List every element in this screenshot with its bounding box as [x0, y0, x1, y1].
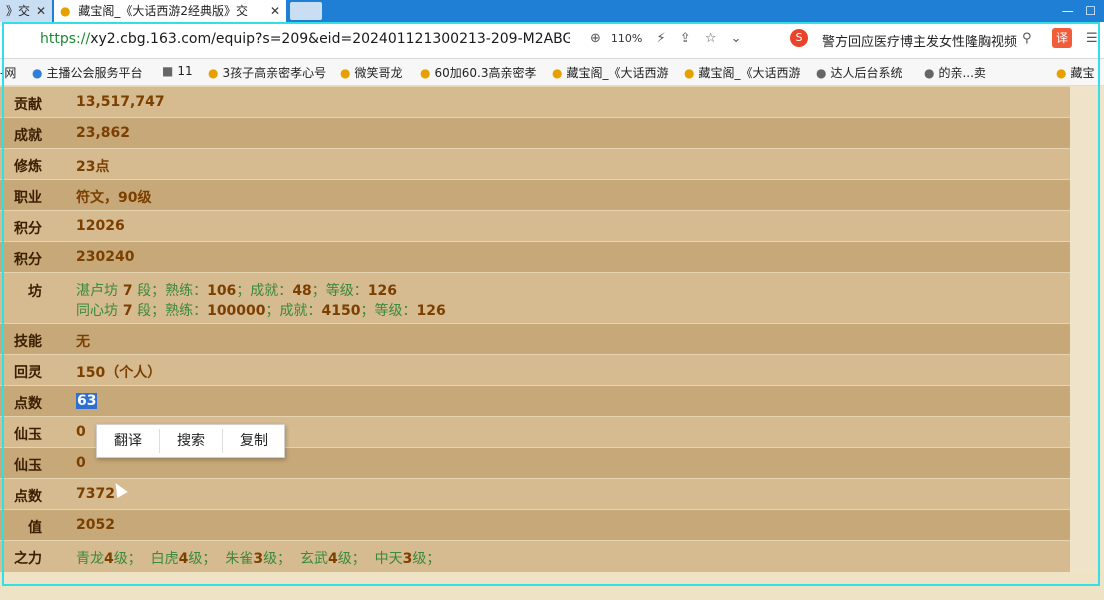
selection-context-menu: 翻译 搜索 复制 [96, 424, 285, 458]
row-value: 2052 [76, 517, 115, 533]
zoom-icon[interactable]: ⊕ [590, 31, 601, 46]
table-row: 职业 符文，90级 [0, 179, 1070, 210]
page-bottom [0, 572, 1104, 600]
bookmark-item[interactable]: ● 藏宝阁_《大话西游 [684, 64, 806, 81]
row-label: 仙玉 [14, 427, 42, 443]
lightning-icon[interactable]: ⚡ [657, 31, 666, 46]
row-label: 积分 [14, 221, 42, 237]
globe-icon: ● [32, 66, 43, 80]
row-label: 职业 [14, 190, 42, 206]
table-row: 值 2052 [0, 509, 1070, 540]
row-label: 贡献 [14, 97, 42, 113]
treasure-favicon-icon: ● [684, 66, 695, 80]
search-icon[interactable]: ⚲ [1022, 31, 1032, 46]
row-label: 积分 [14, 252, 42, 268]
treasure-favicon-icon: ● [340, 66, 351, 80]
close-icon[interactable]: ✕ [36, 0, 46, 22]
url-scheme: https:// [40, 31, 91, 47]
table-row: 点数 7372 [0, 478, 1070, 509]
row-value: 23,862 [76, 125, 131, 141]
tab-active-title: 藏宝阁_《大话西游2经典版》交 [78, 4, 248, 18]
zoom-level[interactable]: 110% [611, 32, 642, 45]
treasure-favicon-icon: ● [1056, 66, 1067, 80]
table-row-workshop: 坊 湛卢坊 7 段；熟练：106；成就：48；等级：126 同心坊 7 段；熟练… [0, 272, 1070, 323]
table-row: 贡献 13,517,747 [0, 86, 1070, 117]
row-value: 13,517,747 [76, 94, 165, 110]
table-row: 修炼 23点 [0, 148, 1070, 179]
bookmark-item[interactable]: ● 藏宝 [1056, 64, 1104, 81]
bookmarks-bar: -网 ● 主播公会服务平台 ■ 11 ● 3孩子高亲密孝心号 ● 微笑哥龙 ● 60加60… [0, 59, 1104, 86]
row-value: 7372 [76, 486, 115, 502]
row-label: 成就 [14, 128, 42, 144]
bookmark-item[interactable]: ● 藏宝阁_《大话西游 [552, 64, 674, 81]
row-label: 修炼 [14, 159, 42, 175]
bookmark-item[interactable]: ■ 11 [162, 64, 202, 78]
row-value: 无 [76, 334, 90, 350]
bookmark-item[interactable]: ● 60加60.3高亲密孝 [420, 64, 542, 81]
treasure-favicon-icon: ● [552, 66, 563, 80]
bookmark-item[interactable]: ● 微笑哥龙 [340, 64, 414, 81]
bookmark-item[interactable]: ● 3孩子高亲密孝心号 [208, 64, 330, 81]
row-value: 23点 [76, 159, 110, 175]
search-menu-item[interactable]: 搜索 [160, 425, 222, 457]
beasts-line: 青龙4级； 白虎4级； 朱雀3级； 玄武4级； 中天3级； [76, 551, 441, 567]
game-icon: ■ [162, 64, 174, 78]
bookmark-item[interactable]: -网 [0, 64, 26, 81]
row-label: 技能 [14, 334, 42, 350]
table-row: 回灵 150（个人） [0, 354, 1070, 385]
address-icons: ⊕ 110% ⚡ ⇪ ☆ ⌄ [590, 31, 752, 46]
star-icon[interactable]: ☆ [705, 31, 717, 46]
treasure-favicon-icon: ● [60, 4, 71, 18]
copy-menu-item[interactable]: 复制 [223, 425, 285, 457]
row-label: 仙玉 [14, 458, 42, 474]
bookmark-item[interactable]: ● 的亲...卖 [924, 64, 1054, 81]
row-label: 点数 [14, 396, 42, 412]
translate-menu-item[interactable]: 翻译 [97, 425, 159, 457]
workshop-line-2: 同心坊 7 段；熟练：100000；成就：4150；等级：126 [76, 303, 446, 319]
sogou-icon[interactable]: S [790, 29, 808, 47]
news-ticker[interactable]: 警方回应医疗博主发女性隆胸视频 [822, 31, 1022, 50]
treasure-favicon-icon: ● [420, 66, 431, 80]
table-row-beasts: 之力 青龙4级； 白虎4级； 朱雀3级； 玄武4级； 中天3级； [0, 540, 1070, 572]
window-controls[interactable]: — ☐ [1004, 0, 1104, 22]
tab-bar: 》交 ✕ ● 藏宝阁_《大话西游2经典版》交 ✕ — ☐ [0, 0, 1104, 22]
chevron-down-icon[interactable]: ⌄ [731, 31, 742, 46]
new-tab-button[interactable] [290, 2, 322, 20]
row-label: 点数 [14, 489, 42, 505]
share-icon[interactable]: ⇪ [680, 31, 691, 46]
url-path: xy2.cbg.163.com/equip?s=209&eid=20240112… [90, 31, 570, 47]
url-field[interactable]: https://xy2.cbg.163.com/equip?s=209&eid=… [40, 31, 570, 47]
row-value: 12026 [76, 218, 125, 234]
table-row: 成就 23,862 [0, 117, 1070, 148]
tab-previous[interactable]: 》交 ✕ [0, 0, 52, 22]
globe-icon: ● [816, 66, 827, 80]
bookmark-item[interactable]: ● 主播公会服务平台 [32, 64, 154, 81]
tab-active[interactable]: ● 藏宝阁_《大话西游2经典版》交 ✕ [54, 0, 286, 22]
row-value: 0 [76, 455, 86, 471]
menu-icon[interactable]: ☰ [1086, 31, 1098, 46]
equipment-details-table: 贡献 13,517,747 成就 23,862 修炼 23点 职业 符文，90级… [0, 86, 1070, 572]
workshop-line-1: 湛卢坊 7 段；熟练：106；成就：48；等级：126 [76, 283, 398, 299]
row-value: 150（个人） [76, 365, 162, 381]
table-row: 积分 230240 [0, 241, 1070, 272]
row-label: 坊 [28, 284, 42, 300]
folder-icon: ● [924, 66, 935, 80]
row-value: 230240 [76, 249, 135, 265]
row-value: 0 [76, 424, 86, 440]
row-value: 符文，90级 [76, 190, 152, 206]
close-icon[interactable]: ✕ [270, 0, 280, 22]
row-value-selected[interactable]: 63 [76, 393, 98, 409]
row-label: 值 [28, 520, 42, 536]
bookmark-item[interactable]: ● 达人后台系统 [816, 64, 916, 81]
table-row: 技能 无 [0, 323, 1070, 354]
address-bar: https://xy2.cbg.163.com/equip?s=209&eid=… [0, 22, 1104, 59]
table-row: 积分 12026 [0, 210, 1070, 241]
row-label: 回灵 [14, 365, 42, 381]
table-row: 点数 63 [0, 385, 1070, 416]
page-scroll-area[interactable] [1071, 86, 1104, 572]
tab-previous-title: 》交 [6, 4, 31, 18]
translate-button[interactable]: 译 [1052, 28, 1072, 48]
treasure-favicon-icon: ● [208, 66, 219, 80]
row-label: 之力 [14, 551, 42, 567]
